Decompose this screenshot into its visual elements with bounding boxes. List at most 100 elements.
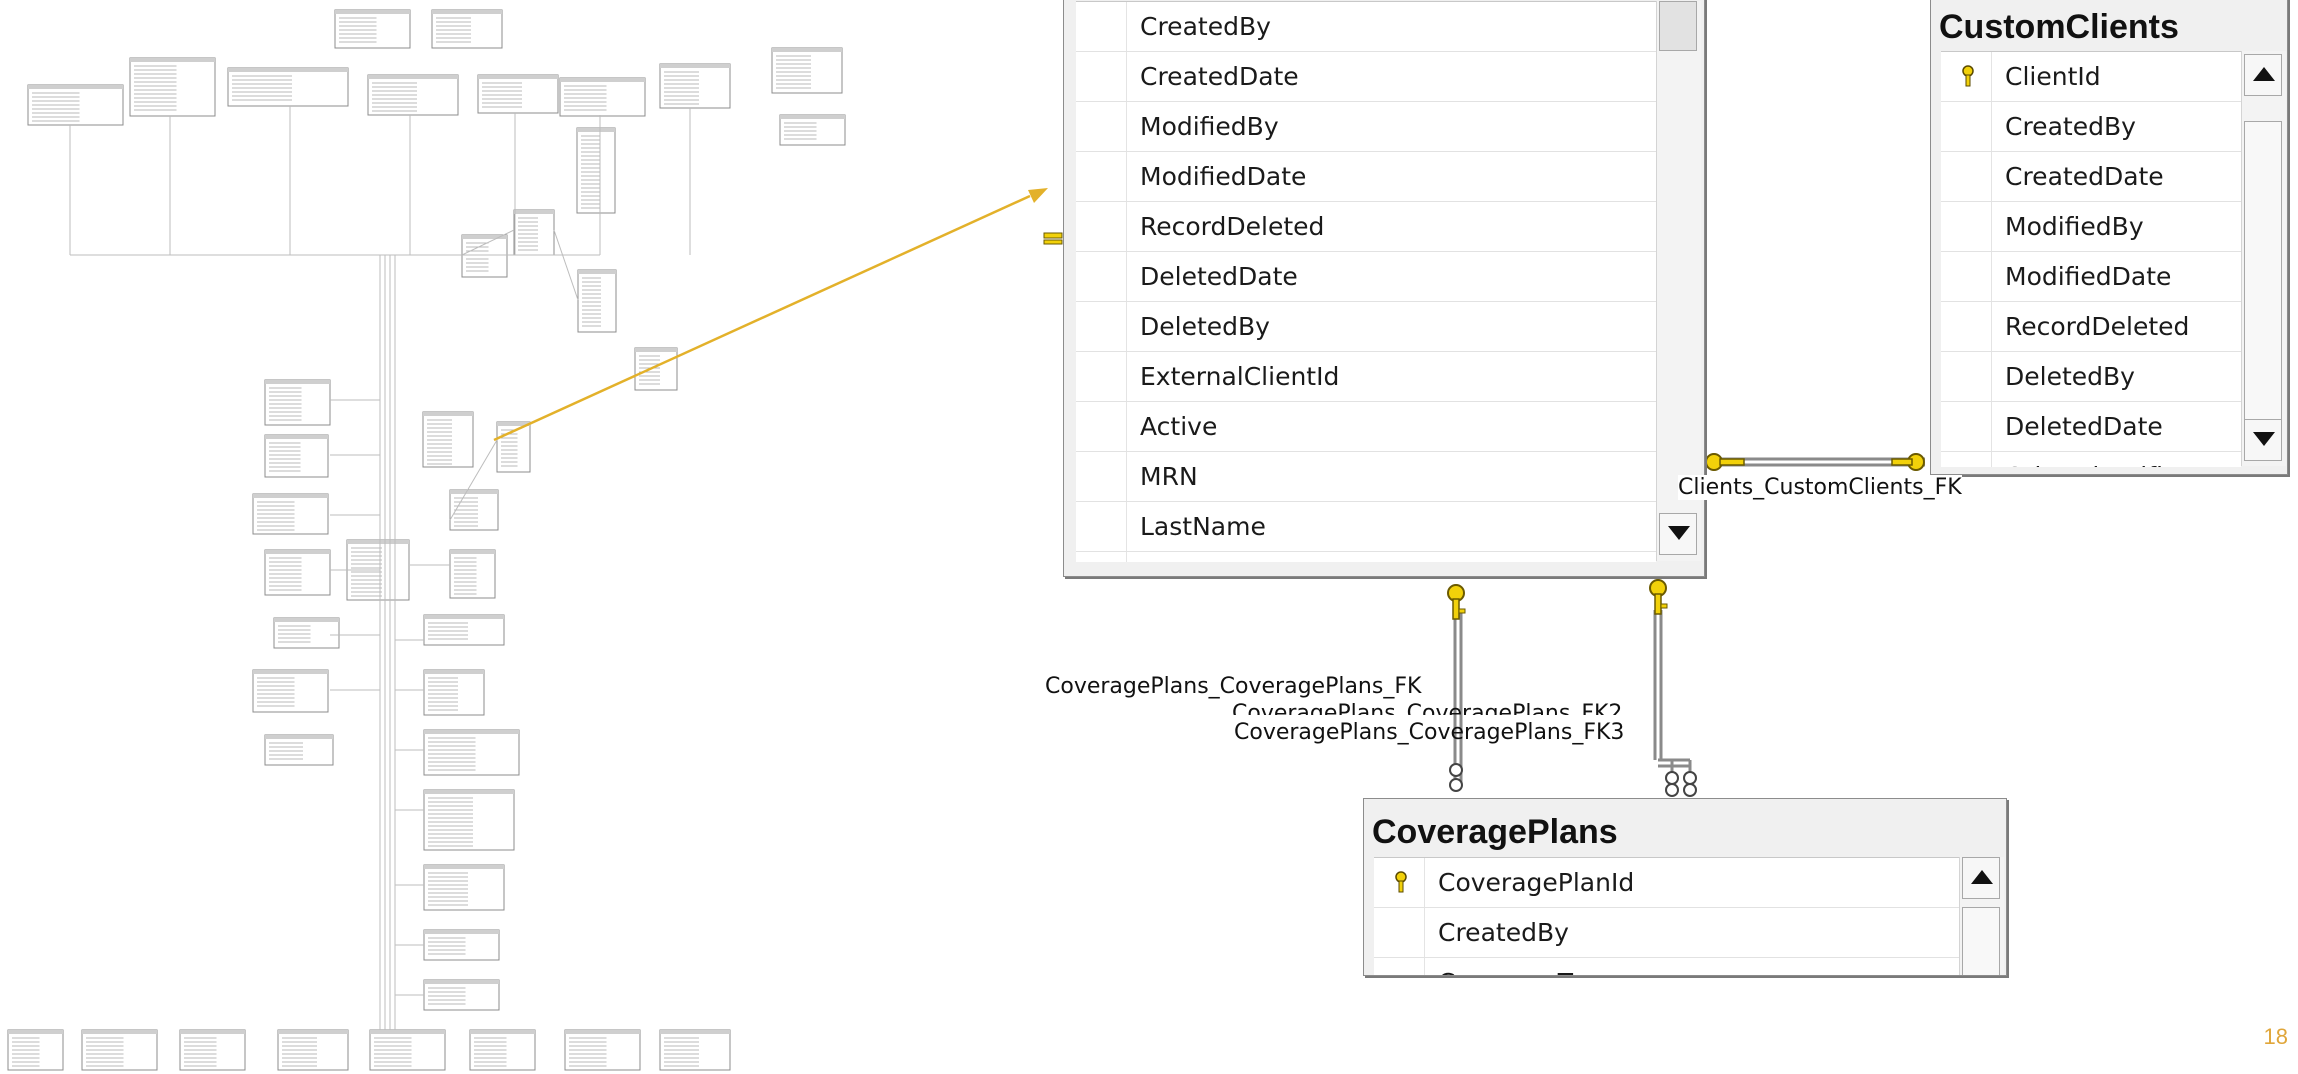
- field-row[interactable]: CreatedBy: [1941, 102, 2241, 152]
- field-row[interactable]: ModifiedBy: [1941, 202, 2241, 252]
- overview-table-miniature: [7, 1029, 64, 1071]
- zoomed-detail-view: CreatedBy CreatedDate ModifiedBy ModifiedDa…: [1000, 0, 2298, 1074]
- field-row[interactable]: RecordDeleted: [1076, 202, 1656, 252]
- key-icon: [1395, 871, 1407, 893]
- relationship-label-coverageplans-fk2: CoveragePlans_CoveragePlans_FK2: [1232, 702, 1623, 715]
- overview-table-miniature: [252, 669, 329, 713]
- field-row[interactable]: DeletedBy: [1941, 352, 2241, 402]
- field-row[interactable]: DeletedBy: [1076, 302, 1656, 352]
- field-row[interactable]: LastName: [1076, 502, 1656, 552]
- overview-table-miniature: [577, 269, 617, 333]
- field-row[interactable]: CoveragePlanId: [1374, 858, 1959, 908]
- field-name: ExternalClientId: [1140, 362, 1340, 391]
- overlapping-relationship-label-clip: CoveragePlans_CoveragePlans_FK2: [1232, 702, 1652, 715]
- key-icon: [1043, 232, 1063, 245]
- field-name: Active: [1140, 412, 1218, 441]
- overview-table-miniature: [449, 489, 499, 531]
- coverage-plans-scrollbar[interactable]: [1959, 857, 2004, 975]
- coverageplans-connector-1: [1449, 610, 1463, 792]
- coverage-plans-table[interactable]: CoveragePlans CoveragePlanIdCreatedByCov…: [1363, 798, 2007, 976]
- coverage-plans-table-fields: CoveragePlanId CreatedBy CoverageType: [1374, 857, 1959, 975]
- overview-table-miniature: [334, 9, 411, 49]
- field-name: ModifiedDate: [1140, 162, 1307, 191]
- field-row[interactable]: MRN: [1076, 452, 1656, 502]
- field-name: CreatedDate: [2005, 162, 2164, 191]
- scrollbar-thumb[interactable]: [2244, 121, 2282, 421]
- field-name: DeletedBy: [1140, 312, 1270, 341]
- scroll-up-arrow-icon: [1971, 870, 1993, 884]
- scroll-down-button[interactable]: [2244, 419, 2282, 461]
- field-row[interactable]: CoverageType: [1374, 958, 1959, 975]
- key-icon: [1962, 65, 1974, 87]
- scroll-down-button[interactable]: [1659, 513, 1697, 555]
- overview-table-miniature: [771, 47, 843, 94]
- scroll-up-arrow-icon: [2253, 67, 2275, 81]
- key-icon: [1891, 453, 1925, 471]
- field-name: ModifiedBy: [1140, 112, 1279, 141]
- field-row[interactable]: CreatedDate: [1941, 152, 2241, 202]
- field-row[interactable]: DeletedDate: [1076, 252, 1656, 302]
- overview-table-miniature: [369, 1029, 446, 1071]
- overview-table-miniature: [273, 617, 340, 649]
- custom-clients-table[interactable]: CustomClients ClientId CreatedBy CreatedDa…: [1930, 0, 2288, 475]
- overview-relationship-line: [553, 229, 579, 301]
- field-row[interactable]: RecordDeleted: [1941, 302, 2241, 352]
- table-title: CoveragePlans: [1372, 813, 1618, 851]
- field-row[interactable]: Active: [1076, 402, 1656, 452]
- field-name: CreatedBy: [1438, 918, 1569, 947]
- field-name: OtherIdentifierNumber: [2005, 452, 2241, 467]
- table-title: CustomClients: [1939, 8, 2179, 46]
- field-name: RecordDeleted: [2005, 312, 2190, 341]
- field-row[interactable]: ModifiedDate: [1941, 252, 2241, 302]
- overview-table-miniature: [423, 864, 505, 911]
- overview-table-miniature: [423, 669, 485, 716]
- schema-overview-diagram: [7, 9, 846, 1071]
- field-row[interactable]: ModifiedDate: [1076, 152, 1656, 202]
- scroll-up-button[interactable]: [1962, 857, 2000, 899]
- field-name: ModifiedDate: [2005, 262, 2172, 291]
- field-name: CreatedBy: [1140, 12, 1271, 41]
- overview-table-miniature: [423, 979, 500, 1011]
- relationship-label-clients-customclients: Clients_CustomClients_FK: [1678, 475, 1962, 500]
- overview-table-miniature: [423, 789, 515, 851]
- field-name: CreatedDate: [1140, 62, 1299, 91]
- overview-table-miniature: [179, 1029, 246, 1071]
- field-name: RecordDeleted: [1140, 212, 1325, 241]
- overview-table-miniature: [423, 729, 520, 776]
- overview-table-miniature: [81, 1029, 158, 1071]
- overview-table-miniature: [423, 929, 500, 961]
- field-row[interactable]: ModifiedBy: [1076, 102, 1656, 152]
- field-row[interactable]: CreatedDate: [1076, 52, 1656, 102]
- field-name: DeletedDate: [1140, 262, 1298, 291]
- field-row[interactable]: OtherIdentifierNumber: [1941, 452, 2241, 467]
- overview-table-miniature: [252, 493, 329, 535]
- scrollbar-thumb[interactable]: [1962, 907, 2000, 975]
- field-row[interactable]: ClientId: [1941, 52, 2241, 102]
- overview-table-miniature: [564, 1029, 641, 1071]
- overview-table-miniature: [634, 347, 678, 391]
- custom-clients-scrollbar[interactable]: [2241, 51, 2286, 466]
- relationship-label-coverageplans-fk: CoveragePlans_CoveragePlans_FK: [1045, 674, 1422, 699]
- scrollbar-thumb[interactable]: [1659, 1, 1697, 51]
- field-name: ClientId: [2005, 62, 2101, 91]
- overview-table-miniature: [576, 127, 616, 214]
- field-row[interactable]: ExternalClientId: [1076, 352, 1656, 402]
- overview-table-miniature: [264, 434, 329, 478]
- field-row[interactable]: DeletedDate: [1941, 402, 2241, 452]
- overview-table-miniature: [779, 114, 846, 146]
- overview-table-miniature: [367, 74, 459, 116]
- overview-table-miniature: [559, 77, 646, 117]
- field-row[interactable]: FirstName: [1076, 552, 1656, 562]
- overview-table-miniature: [27, 84, 124, 126]
- field-row[interactable]: CreatedBy: [1374, 908, 1959, 958]
- field-name: CoverageType: [1438, 958, 1615, 975]
- field-name: FirstName: [1140, 552, 1266, 562]
- field-name: CoveragePlanId: [1438, 868, 1635, 897]
- clients-table[interactable]: CreatedBy CreatedDate ModifiedBy ModifiedDa…: [1063, 0, 1705, 577]
- scroll-up-button[interactable]: [2244, 54, 2282, 96]
- overview-table-miniature: [422, 411, 474, 468]
- coverageplans-connector-2: [1653, 610, 1697, 797]
- field-name: DeletedBy: [2005, 362, 2135, 391]
- field-row[interactable]: CreatedBy: [1076, 2, 1656, 52]
- overview-table-miniature: [423, 614, 505, 646]
